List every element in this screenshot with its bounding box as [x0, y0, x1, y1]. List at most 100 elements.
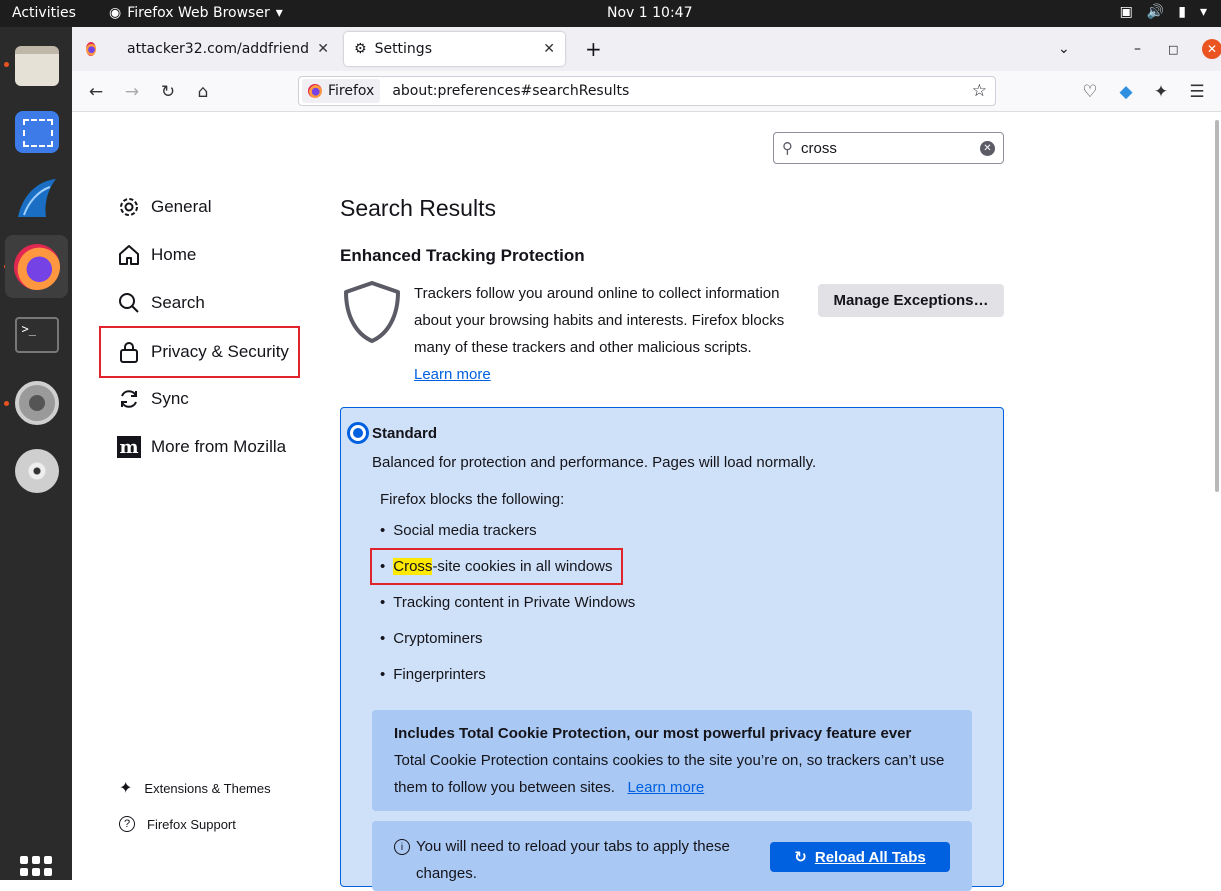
network-icon: ▣	[1119, 4, 1133, 20]
terminal-launcher[interactable]: >_	[5, 303, 68, 366]
home-button[interactable]: ⌂	[191, 80, 215, 104]
settings-icon	[14, 380, 59, 425]
firefox-support-link[interactable]: ? Firefox Support	[119, 816, 236, 832]
tcp-title: Includes Total Cookie Protection, our mo…	[394, 725, 912, 742]
reload-button[interactable]: ↻	[156, 80, 180, 104]
files-launcher[interactable]	[5, 34, 68, 97]
lock-icon	[117, 340, 141, 364]
disc-launcher[interactable]	[5, 439, 68, 502]
standard-radio[interactable]	[347, 422, 369, 444]
sidebar-item-label: Sync	[151, 389, 189, 408]
help-icon: ?	[119, 816, 135, 832]
list-item: • Cross-site cookies in all windows	[370, 548, 623, 585]
dock: >_	[0, 27, 72, 888]
link-label: Extensions & Themes	[144, 780, 271, 796]
etp-description-text: Trackers follow you around online to col…	[414, 285, 785, 356]
info-icon: i	[394, 839, 410, 855]
standard-description: Balanced for protection and performance.…	[372, 454, 817, 471]
minimize-button[interactable]: –	[1124, 32, 1151, 66]
reload-all-tabs-button[interactable]: ↻ Reload All Tabs	[770, 842, 950, 872]
list-all-tabs-button[interactable]: ⌄	[1048, 32, 1080, 66]
reload-message: i You will need to reload your tabs to a…	[394, 833, 754, 887]
disc-icon	[14, 448, 59, 493]
firefox-app-icon: ◉	[109, 5, 122, 21]
firefox-view-button[interactable]	[76, 32, 106, 66]
learn-more-link[interactable]: Learn more	[414, 366, 491, 383]
etp-description: Trackers follow you around online to col…	[414, 280, 808, 388]
search-highlight: Cross	[393, 558, 433, 575]
settings-search-input[interactable]: ⚲ cross ✕	[773, 132, 1004, 164]
sidebar-item-sync[interactable]: Sync	[117, 384, 189, 414]
sidebar-item-mozilla[interactable]: m More from Mozilla	[117, 432, 286, 462]
screenshot-launcher[interactable]	[5, 100, 68, 163]
extensions-puzzle-icon[interactable]: ✦	[1149, 80, 1173, 104]
close-icon[interactable]: ✕	[543, 41, 555, 57]
wireshark-icon	[17, 178, 56, 217]
system-tray[interactable]: ▣ 🔊 ▮ ▾	[1120, 4, 1207, 20]
page-title: Search Results	[340, 195, 496, 221]
identity-box[interactable]: Firefox	[302, 79, 381, 103]
chevron-down-icon: ▾	[1199, 4, 1207, 20]
firefox-icon	[86, 42, 96, 56]
url-text[interactable]: about:preferences#searchResults	[392, 83, 629, 99]
sidebar-item-privacy[interactable]: Privacy & Security	[99, 326, 300, 378]
sidebar-item-label: Home	[151, 245, 197, 264]
back-button[interactable]: ←	[84, 80, 108, 104]
firefox-launcher[interactable]	[5, 235, 68, 298]
terminal-icon: >_	[14, 316, 59, 353]
gear-icon: ⚙	[354, 41, 367, 57]
extensions-themes-link[interactable]: ✦ Extensions & Themes	[119, 778, 271, 798]
screenshot-icon	[14, 110, 59, 153]
scrollbar[interactable]	[1215, 120, 1219, 492]
window-close-button[interactable]: ✕	[1192, 32, 1221, 66]
home-icon	[117, 243, 141, 267]
list-item: • Social media trackers	[380, 522, 537, 539]
sidebar-item-search[interactable]: Search	[117, 288, 205, 318]
search-icon: ⚲	[782, 140, 793, 157]
tab-label: attacker32.com/addfriend.ht	[127, 41, 310, 57]
sidebar-item-home[interactable]: Home	[117, 240, 196, 270]
sidebar-item-label: General	[151, 197, 212, 216]
close-icon[interactable]: ✕	[317, 41, 329, 57]
etp-heading: Enhanced Tracking Protection	[340, 246, 585, 265]
new-tab-button[interactable]: +	[575, 32, 612, 66]
sidebar-item-general[interactable]: General	[117, 192, 211, 222]
chevron-down-icon: ⌄	[1058, 41, 1070, 57]
sidebar-item-label: More from Mozilla	[151, 437, 287, 456]
forward-button[interactable]: →	[120, 80, 144, 104]
tab-settings[interactable]: ⚙ Settings ✕	[344, 32, 565, 66]
tab-bar: attacker32.com/addfriend.ht ✕ ⚙ Settings…	[72, 27, 1221, 71]
manage-exceptions-button[interactable]: Manage Exceptions…	[818, 284, 1004, 317]
total-cookie-protection-box: Includes Total Cookie Protection, our mo…	[372, 710, 972, 811]
link-label: Firefox Support	[147, 816, 236, 832]
wireshark-launcher[interactable]	[5, 166, 68, 229]
reload-icon: ↻	[794, 849, 807, 866]
maximize-button[interactable]: □	[1158, 32, 1188, 66]
settings-launcher[interactable]	[5, 371, 68, 434]
app-menu[interactable]: ◉ Firefox Web Browser ▾	[109, 5, 283, 21]
extension-icon[interactable]: ◆	[1114, 80, 1138, 104]
tab-attacker[interactable]: attacker32.com/addfriend.ht ✕	[117, 32, 339, 66]
url-bar[interactable]: Firefox about:preferences#searchResults …	[298, 76, 996, 106]
tcp-learn-more-link[interactable]: Learn more	[627, 779, 704, 796]
firefox-icon	[308, 84, 322, 98]
gear-icon	[117, 195, 141, 219]
pocket-icon[interactable]: ♡	[1078, 80, 1102, 104]
battery-icon: ▮	[1178, 4, 1186, 20]
clear-search-icon[interactable]: ✕	[980, 140, 995, 156]
bookmark-star-icon[interactable]: ☆	[972, 81, 987, 101]
clock[interactable]: Nov 1 10:47	[607, 5, 692, 21]
show-apps-button[interactable]	[20, 856, 52, 888]
list-item: • Tracking content in Private Windows	[380, 594, 636, 611]
standard-option-card[interactable]: Standard Balanced for protection and per…	[340, 407, 1004, 891]
activities-button[interactable]: Activities	[12, 5, 76, 21]
shield-icon	[342, 280, 402, 344]
blocks-heading: Firefox blocks the following:	[380, 491, 565, 508]
sidebar-item-label: Search	[151, 293, 205, 312]
sidebar-item-label: Privacy & Security	[151, 342, 289, 361]
mozilla-icon: m	[117, 435, 141, 459]
identity-label: Firefox	[328, 83, 375, 99]
hamburger-menu-icon[interactable]: ☰	[1185, 80, 1209, 104]
settings-page: ⚲ cross ✕ General Home Search Privacy & …	[72, 112, 1221, 891]
sync-icon	[117, 387, 141, 411]
